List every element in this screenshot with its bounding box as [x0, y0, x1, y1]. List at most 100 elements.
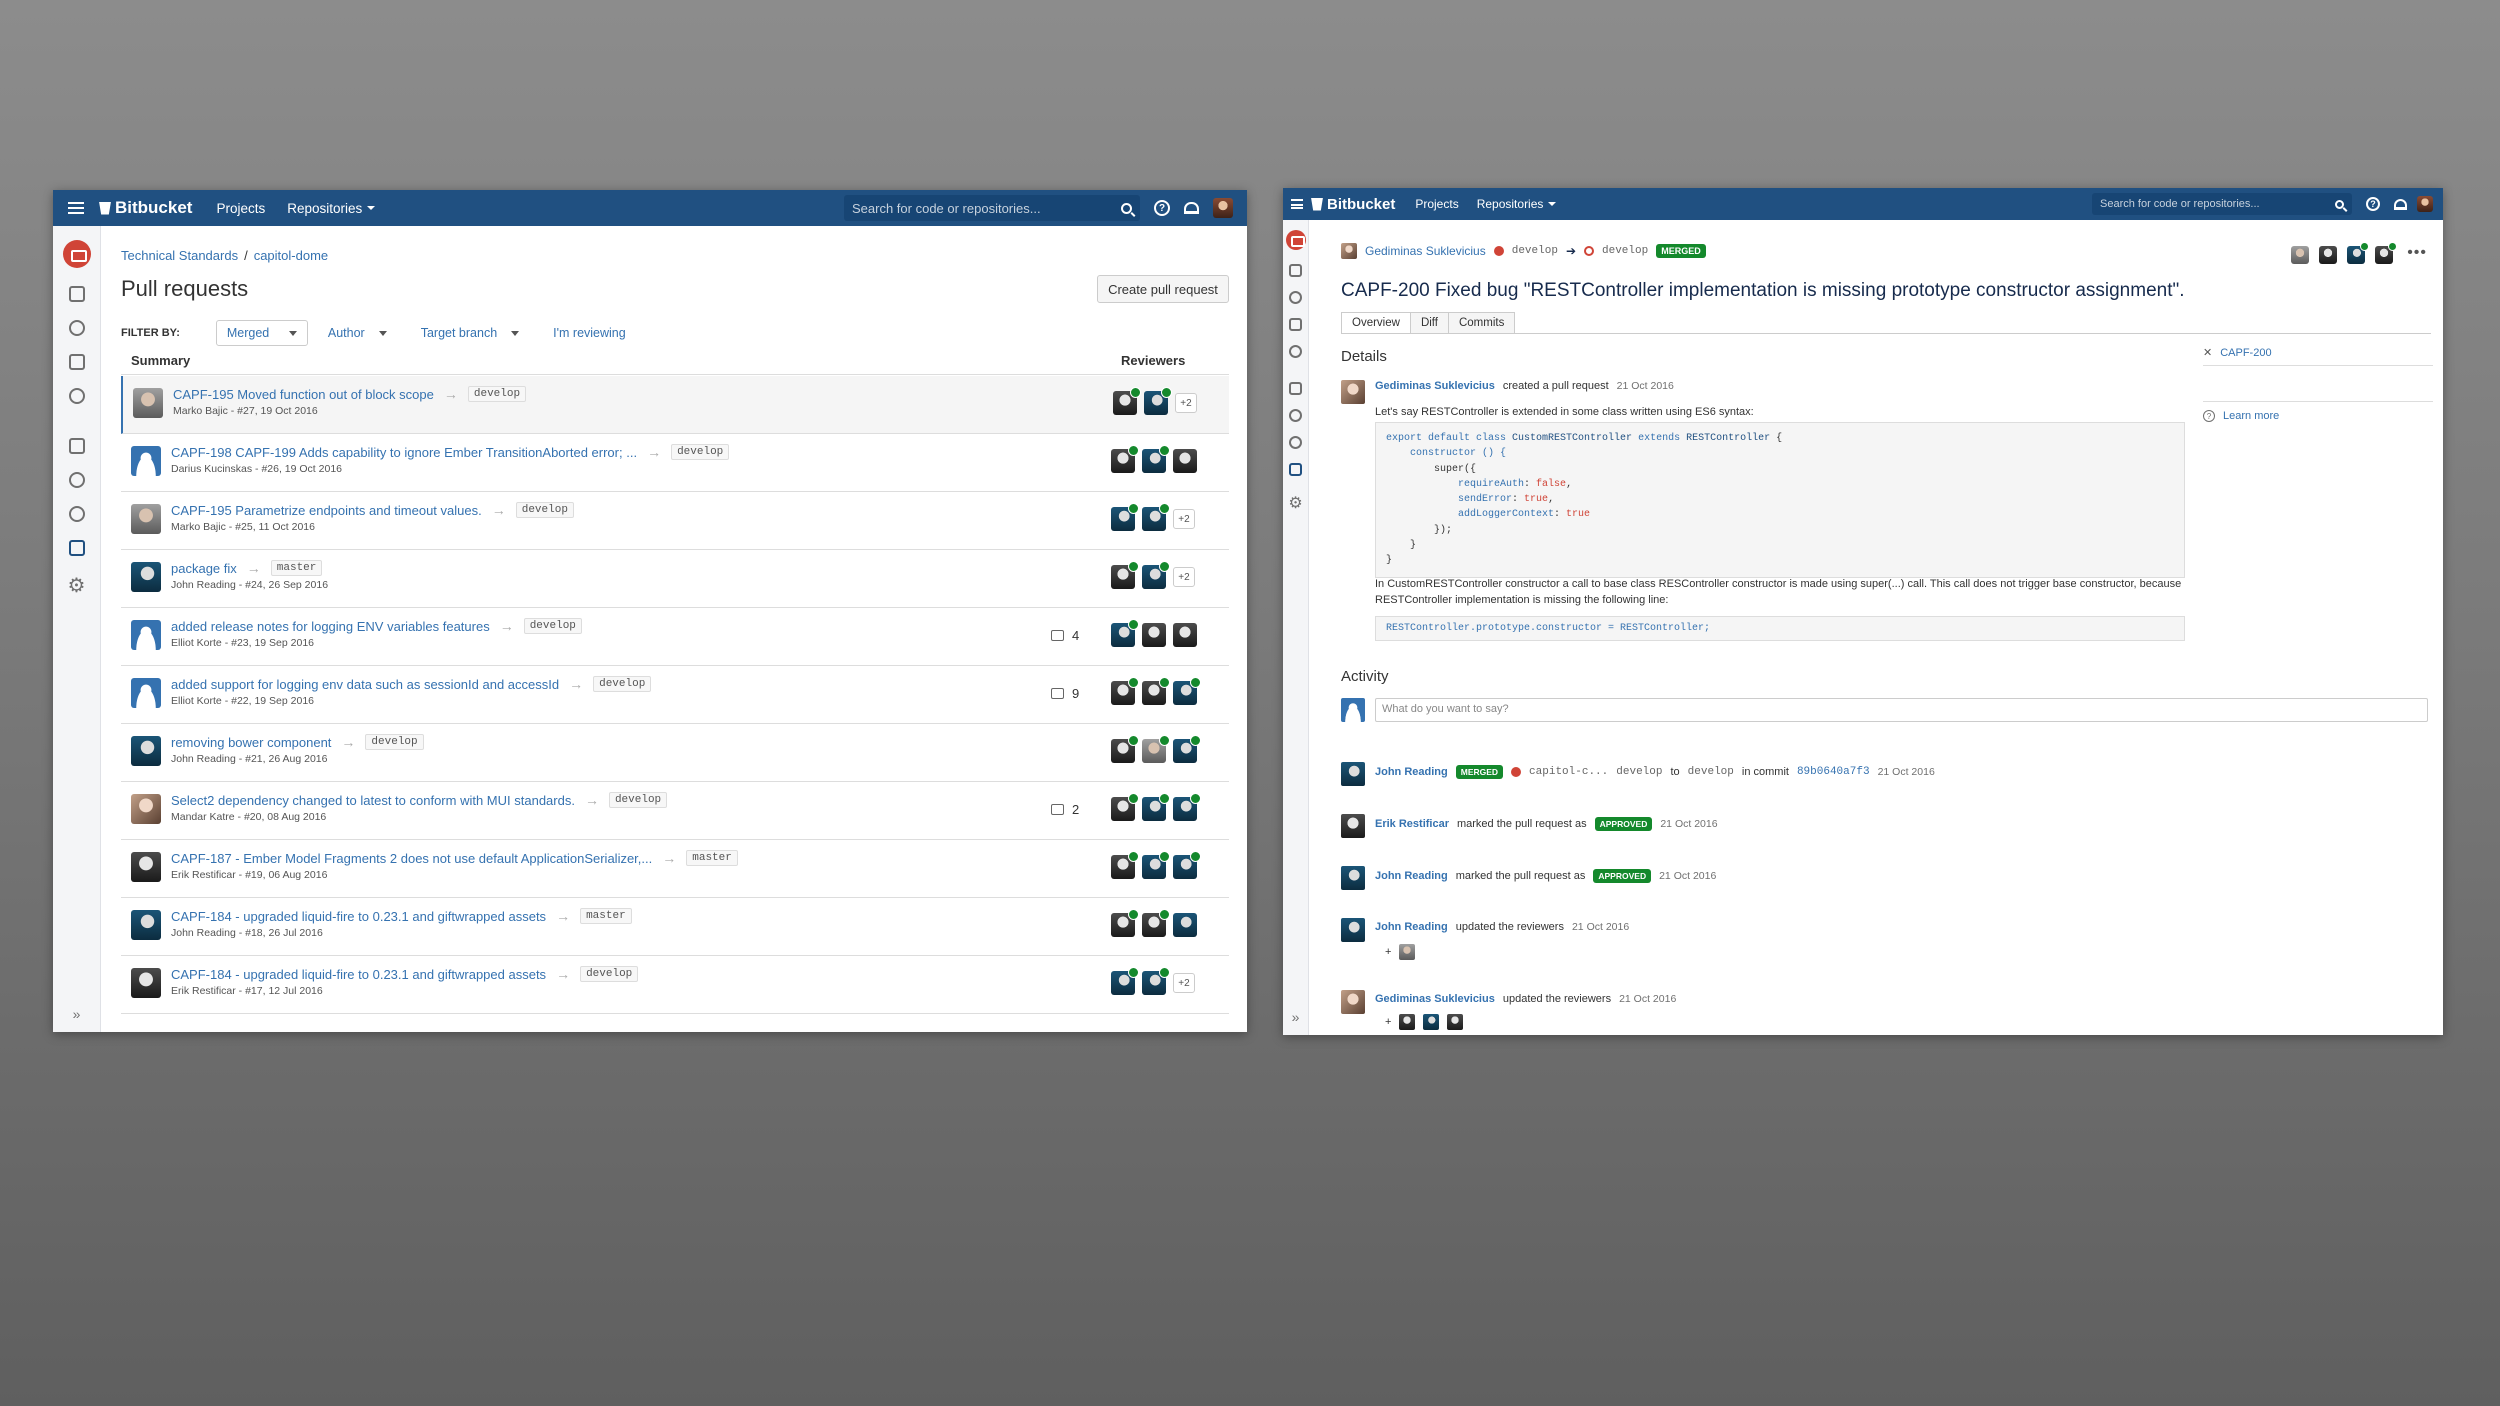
notifications-icon[interactable] — [1184, 202, 1199, 214]
reviewer-avatar[interactable] — [1173, 913, 1197, 937]
commits-icon[interactable] — [1289, 409, 1302, 422]
reviewer-avatar[interactable] — [1111, 967, 1139, 995]
reviewer-avatar[interactable] — [2375, 242, 2397, 264]
table-row[interactable]: CAPF-195 Moved function out of block sco… — [121, 376, 1229, 434]
reviewer-avatar[interactable] — [1111, 793, 1139, 821]
help-icon[interactable]: ? — [1154, 200, 1170, 216]
create-pull-request-button[interactable]: Create pull request — [1097, 275, 1229, 303]
branches-icon[interactable] — [68, 506, 85, 522]
commit-link[interactable]: 89b0640a7f3 — [1797, 766, 1870, 778]
branches-icon[interactable] — [1289, 436, 1302, 449]
create-icon[interactable] — [1289, 318, 1302, 331]
user-link[interactable]: John Reading — [1375, 921, 1448, 933]
breadcrumb-project[interactable]: Technical Standards — [121, 248, 238, 263]
tab-diff[interactable]: Diff — [1409, 312, 1449, 333]
help-icon[interactable]: ? — [2366, 197, 2380, 211]
reviewing-filter[interactable]: I'm reviewing — [553, 326, 626, 340]
table-row[interactable]: CAPF-184 - upgraded liquid-fire to 0.23.… — [121, 956, 1229, 1014]
pr-title-link[interactable]: CAPF-195 Moved function out of block sco… — [173, 387, 434, 402]
reviewer-avatar[interactable] — [1173, 735, 1201, 763]
more-reviewers-badge[interactable]: +2 — [1173, 567, 1195, 587]
more-actions-icon[interactable]: ••• — [2407, 244, 2427, 262]
menu-icon[interactable] — [53, 190, 99, 226]
issue-link[interactable]: ✕ CAPF-200 — [2203, 346, 2272, 360]
share-icon[interactable] — [68, 388, 85, 404]
user-avatar[interactable] — [2417, 196, 2433, 212]
source-icon[interactable] — [1289, 382, 1302, 395]
search-input[interactable]: Search for code or repositories... — [844, 195, 1140, 221]
pr-title-link[interactable]: added release notes for logging ENV vari… — [171, 619, 490, 634]
share-icon[interactable] — [1289, 345, 1302, 358]
learn-more-link[interactable]: ? Learn more — [2203, 410, 2279, 422]
table-row[interactable]: CAPF-195 Parametrize endpoints and timeo… — [121, 492, 1229, 550]
reviewer-avatar[interactable] — [1111, 677, 1139, 705]
source-icon[interactable] — [68, 438, 85, 454]
branch-icon[interactable] — [68, 320, 85, 336]
user-link[interactable]: Gediminas Suklevicius — [1375, 380, 1495, 392]
pr-title-link[interactable]: CAPF-195 Parametrize endpoints and timeo… — [171, 503, 482, 518]
nav-projects[interactable]: Projects — [216, 201, 265, 216]
table-row[interactable]: added release notes for logging ENV vari… — [121, 608, 1229, 666]
reviewer-avatar[interactable] — [2291, 246, 2309, 264]
commits-icon[interactable] — [68, 472, 85, 488]
reviewer-avatar[interactable] — [1142, 735, 1170, 763]
state-filter-select[interactable]: Merged — [215, 320, 308, 346]
reviewer-avatar[interactable] — [1142, 561, 1170, 589]
tab-overview[interactable]: Overview — [1341, 312, 1411, 333]
reviewer-avatar[interactable] — [2347, 242, 2369, 264]
reviewer-avatar[interactable] — [1111, 445, 1139, 473]
table-row[interactable]: CAPF-198 CAPF-199 Adds capability to ign… — [121, 434, 1229, 492]
user-link[interactable]: Erik Restificar — [1375, 818, 1449, 830]
reviewer-avatar[interactable] — [1111, 735, 1139, 763]
reviewer-avatar[interactable] — [1173, 677, 1201, 705]
author-filter[interactable]: Author — [328, 326, 387, 340]
menu-icon[interactable] — [1283, 188, 1311, 220]
settings-icon[interactable]: ⚙ — [68, 576, 86, 596]
bitbucket-logo[interactable]: Bitbucket — [1311, 196, 1395, 213]
repo-icon[interactable] — [62, 240, 91, 268]
reviewer-avatar[interactable] — [1111, 619, 1139, 647]
pr-title-link[interactable]: Select2 dependency changed to latest to … — [171, 793, 575, 808]
pr-title-link[interactable]: removing bower component — [171, 735, 331, 750]
user-avatar[interactable] — [1213, 198, 1233, 218]
user-link[interactable]: John Reading — [1375, 766, 1448, 778]
reviewer-avatar[interactable] — [1173, 623, 1197, 647]
breadcrumb-repo[interactable]: capitol-dome — [254, 248, 328, 263]
reviewer-avatar[interactable] — [1111, 561, 1139, 589]
expand-icon[interactable]: » — [1292, 1009, 1300, 1025]
reviewer-avatar[interactable] — [1111, 503, 1139, 531]
clone-icon[interactable] — [68, 286, 85, 302]
reviewer-avatar[interactable] — [1142, 967, 1170, 995]
reviewer-avatar[interactable] — [1142, 793, 1170, 821]
pr-title-link[interactable]: CAPF-187 - Ember Model Fragments 2 does … — [171, 851, 652, 866]
table-row[interactable]: removing bower component → develop John Rea… — [121, 724, 1229, 782]
pr-title-link[interactable]: CAPF-184 - upgraded liquid-fire to 0.23.… — [171, 967, 546, 982]
target-branch-filter[interactable]: Target branch — [421, 326, 520, 340]
reviewer-avatar[interactable] — [1144, 387, 1172, 415]
pr-title-link[interactable]: added support for logging env data such … — [171, 677, 559, 692]
more-reviewers-badge[interactable]: +2 — [1173, 973, 1195, 993]
reviewer-avatar[interactable] — [1173, 449, 1197, 473]
pr-title-link[interactable]: package fix — [171, 561, 237, 576]
reviewer-avatar[interactable] — [1142, 677, 1170, 705]
reviewer-avatar[interactable] — [1142, 851, 1170, 879]
pr-title-link[interactable]: CAPF-184 - upgraded liquid-fire to 0.23.… — [171, 909, 546, 924]
more-reviewers-badge[interactable]: +2 — [1173, 509, 1195, 529]
table-row[interactable]: Select2 dependency changed to latest to … — [121, 782, 1229, 840]
user-link[interactable]: Gediminas Suklevicius — [1375, 993, 1495, 1005]
reviewer-avatar[interactable] — [1142, 623, 1166, 647]
nav-projects[interactable]: Projects — [1415, 197, 1458, 211]
table-row[interactable]: package fix → master John Reading - #24, 26… — [121, 550, 1229, 608]
expand-icon[interactable]: » — [73, 1006, 81, 1022]
table-row[interactable]: added support for logging env data such … — [121, 666, 1229, 724]
nav-repositories[interactable]: Repositories — [287, 201, 376, 216]
comment-input[interactable]: What do you want to say? — [1375, 698, 2428, 722]
nav-repositories[interactable]: Repositories — [1477, 197, 1557, 211]
table-row[interactable]: CAPF-184 - upgraded liquid-fire to 0.23.… — [121, 898, 1229, 956]
reviewer-avatar[interactable] — [1113, 387, 1141, 415]
clone-icon[interactable] — [1289, 264, 1302, 277]
reviewer-avatar[interactable] — [1142, 503, 1170, 531]
reviewer-avatar[interactable] — [1173, 851, 1201, 879]
reviewer-avatar[interactable] — [1111, 909, 1139, 937]
more-reviewers-badge[interactable]: +2 — [1175, 393, 1197, 413]
